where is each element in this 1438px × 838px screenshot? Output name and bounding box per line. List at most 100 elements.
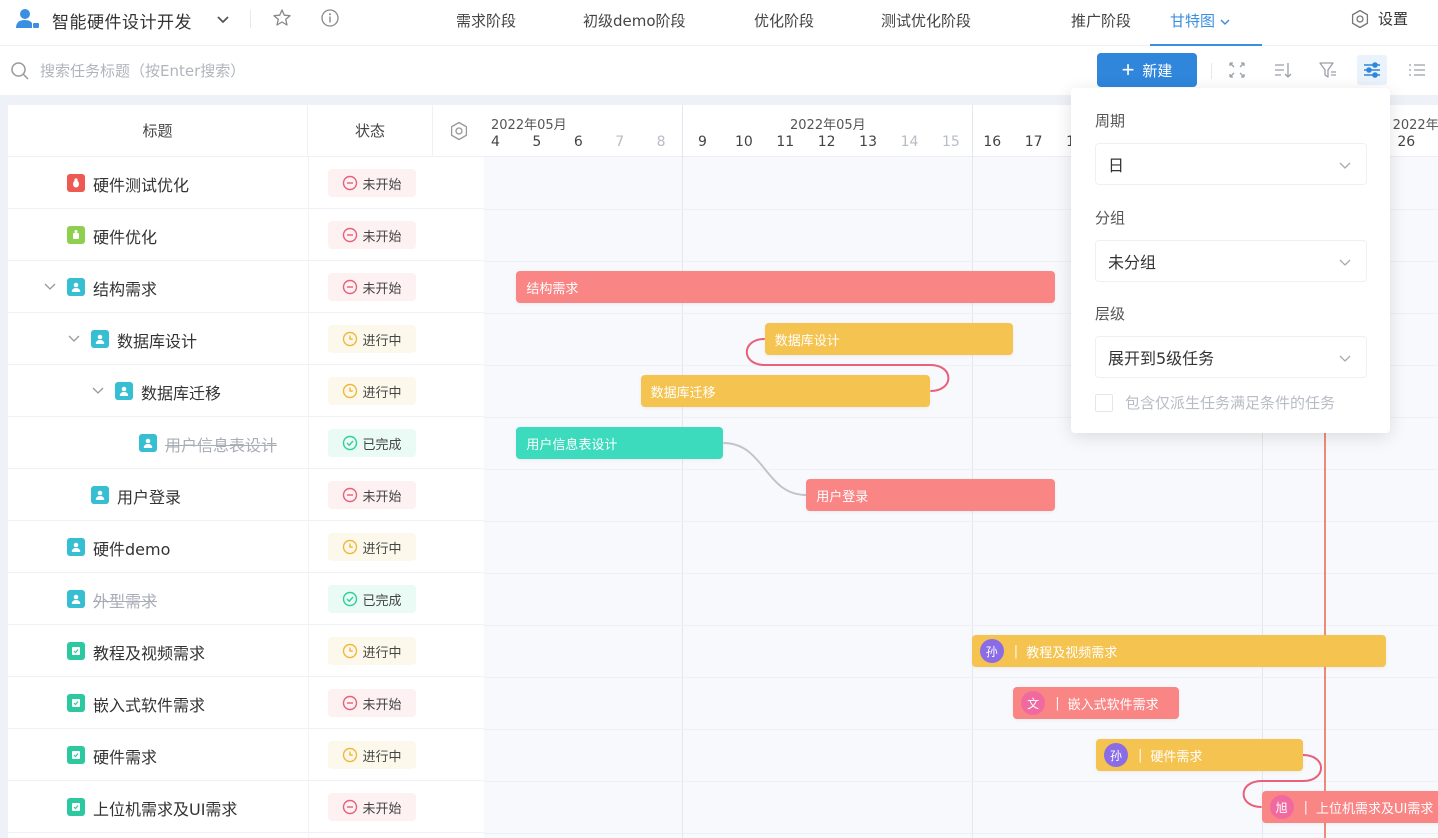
gantt-bar[interactable]: 文 | 嵌入式软件需求 — [1013, 687, 1179, 719]
task-title[interactable]: 硬件demo — [93, 536, 170, 560]
status-badge[interactable]: 已完成 — [328, 429, 416, 457]
not-started-icon — [343, 279, 358, 295]
gantt-bar[interactable]: 用户登录 — [806, 479, 1055, 511]
group-select[interactable]: 未分组 — [1095, 240, 1367, 282]
task-title[interactable]: 嵌入式软件需求 — [93, 692, 205, 716]
checkbox[interactable] — [1095, 393, 1113, 412]
settings-label: 设置 — [1378, 10, 1409, 28]
status-badge[interactable]: 未开始 — [328, 793, 416, 821]
bar-label: 用户信息表设计 — [526, 437, 618, 453]
expand-chevron-icon[interactable] — [91, 383, 105, 397]
gantt-bar[interactable]: 孙 | 硬件需求 — [1096, 739, 1303, 771]
status-badge[interactable]: 未开始 — [328, 481, 416, 509]
gantt-bar[interactable]: 数据库迁移 — [640, 375, 931, 407]
month-label: 2022年05月 — [491, 118, 567, 133]
column-settings-button[interactable] — [433, 105, 484, 157]
status-badge[interactable]: 未开始 — [328, 273, 416, 301]
bar-label: 数据库设计 — [774, 333, 840, 349]
bar-label: 结构需求 — [526, 281, 579, 297]
derived-tasks-checkbox[interactable]: 包含仅派生任务满足条件的任务 — [1095, 392, 1335, 413]
status-badge[interactable]: 未开始 — [328, 221, 416, 249]
assignee-avatar[interactable]: 文 — [1021, 691, 1046, 715]
status-badge[interactable]: 进行中 — [328, 325, 416, 353]
task-row[interactable]: 硬件demo 进行中 — [8, 521, 484, 573]
gantt-settings-button[interactable] — [1357, 55, 1387, 85]
task-title[interactable]: 上位机需求及UI需求 — [93, 796, 237, 820]
status-badge[interactable]: 进行中 — [328, 533, 416, 561]
gantt-bar[interactable]: 孙 | 教程及视频需求 — [971, 635, 1386, 667]
tab-requirements[interactable]: 需求阶段 — [456, 10, 516, 31]
project-title[interactable]: 智能硬件设计开发 — [52, 8, 192, 33]
column-header-title[interactable]: 标题 — [8, 105, 308, 157]
tab-test-optimization[interactable]: 测试优化阶段 — [881, 10, 971, 31]
task-row[interactable]: 上位机需求及UI需求 未开始 — [8, 781, 484, 833]
task-title[interactable]: 数据库迁移 — [141, 380, 221, 404]
status-badge[interactable]: 进行中 — [328, 637, 416, 665]
settings-button[interactable]: 设置 — [1350, 8, 1408, 29]
search-input[interactable] — [40, 57, 440, 85]
status-badge[interactable]: 进行中 — [328, 377, 416, 405]
tab-promotion[interactable]: 推广阶段 — [1071, 10, 1131, 31]
status-badge[interactable]: 进行中 — [328, 741, 416, 769]
task-row[interactable]: 结构需求 未开始 — [8, 261, 484, 313]
level-select[interactable]: 展开到5级任务 — [1095, 336, 1367, 378]
assignee-avatar[interactable]: 孙 — [979, 639, 1004, 663]
in-progress-icon — [343, 747, 358, 763]
task-row[interactable]: 教程及视频需求 进行中 — [8, 625, 484, 677]
expand-chevron-icon[interactable] — [67, 331, 81, 345]
new-task-label: 新建 — [1142, 62, 1173, 80]
completed-icon — [343, 591, 358, 607]
task-title[interactable]: 硬件测试优化 — [93, 172, 189, 196]
task-title[interactable]: 外型需求 — [93, 588, 157, 612]
task-row[interactable]: 用户登录 未开始 — [8, 469, 484, 521]
filter-button[interactable] — [1313, 55, 1343, 85]
task-row[interactable]: 用户信息表设计 已完成 — [8, 417, 484, 469]
separator: | — [1013, 643, 1019, 659]
task-row[interactable]: 硬件需求 进行中 — [8, 729, 484, 781]
task-title[interactable]: 用户信息表设计 — [165, 432, 277, 456]
task-title[interactable]: 硬件需求 — [93, 744, 157, 768]
sort-button[interactable] — [1268, 55, 1298, 85]
status-badge[interactable]: 已完成 — [328, 585, 416, 613]
tab-gantt[interactable]: 甘特图 — [1170, 10, 1231, 31]
task-row[interactable]: 外型需求 已完成 — [8, 573, 484, 625]
column-header-status[interactable]: 状态 — [308, 105, 433, 157]
tab-optimization[interactable]: 优化阶段 — [754, 10, 814, 31]
task-title[interactable]: 用户登录 — [117, 484, 181, 508]
task-row[interactable]: 嵌入式软件需求 未开始 — [8, 677, 484, 729]
separator: | — [1055, 695, 1060, 711]
gantt-bar[interactable]: 用户信息表设计 — [516, 427, 724, 459]
expand-chevron-icon[interactable] — [43, 279, 57, 293]
task-row[interactable]: 硬件测试优化 未开始 — [8, 157, 484, 209]
chevron-down-icon[interactable] — [214, 10, 232, 28]
task-row[interactable]: 数据库设计 进行中 — [8, 313, 484, 365]
status-badge[interactable]: 未开始 — [328, 169, 416, 197]
task-title[interactable]: 结构需求 — [93, 276, 157, 300]
fullscreen-button[interactable] — [1222, 55, 1252, 85]
info-icon[interactable] — [320, 8, 340, 28]
task-type-icon — [67, 746, 85, 764]
gantt-bar[interactable]: 结构需求 — [516, 271, 1055, 303]
status-badge[interactable]: 未开始 — [328, 689, 416, 717]
task-title[interactable]: 教程及视频需求 — [93, 640, 205, 664]
assignee-avatar[interactable]: 旭 — [1269, 795, 1294, 819]
task-row[interactable]: 硬件优化 未开始 — [8, 209, 484, 261]
day-label: 26 — [1397, 134, 1416, 150]
tab-demo[interactable]: 初级demo阶段 — [583, 10, 686, 31]
task-title[interactable]: 数据库设计 — [117, 328, 197, 352]
gantt-bar[interactable]: 数据库设计 — [764, 323, 1014, 355]
row-gridline — [484, 573, 1438, 574]
row-gridline — [484, 521, 1438, 522]
level-value: 展开到5级任务 — [1108, 349, 1215, 368]
period-select[interactable]: 日 — [1095, 143, 1367, 185]
day-label: 12 — [817, 134, 836, 150]
star-icon[interactable] — [272, 8, 292, 28]
not-started-icon — [343, 227, 358, 243]
new-task-button[interactable]: + 新建 — [1097, 53, 1197, 87]
gantt-bar[interactable]: 旭 | 上位机需求及UI需求 — [1261, 791, 1438, 823]
task-row[interactable]: 数据库迁移 进行中 — [8, 365, 484, 417]
assignee-avatar[interactable]: 孙 — [1104, 743, 1128, 767]
task-title[interactable]: 硬件优化 — [93, 224, 157, 248]
day-label: 14 — [900, 134, 919, 150]
list-view-button[interactable] — [1402, 55, 1432, 85]
